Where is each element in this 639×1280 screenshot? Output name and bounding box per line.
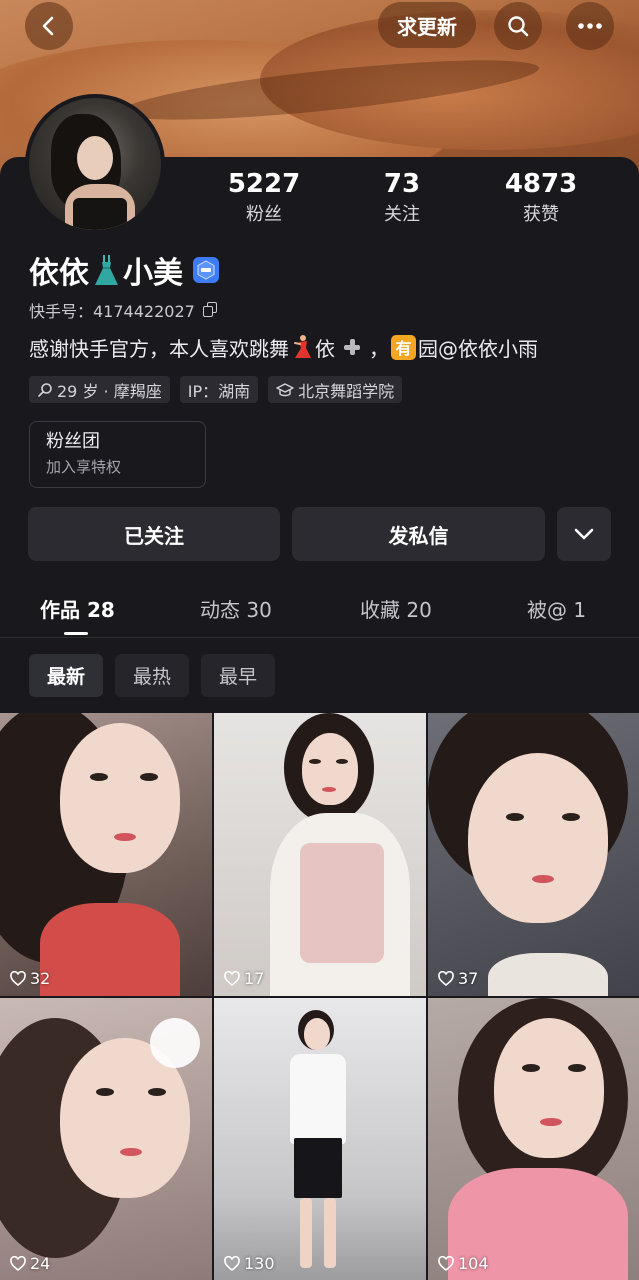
stat-label: 关注 (384, 204, 420, 225)
heart-icon (224, 971, 240, 986)
sort-hottest[interactable]: 最热 (115, 654, 190, 697)
search-button[interactable] (494, 2, 542, 50)
video-likes: 17 (224, 969, 264, 988)
bio-mention[interactable]: 园@依依小雨 (418, 333, 538, 362)
stat-label: 获赞 (523, 204, 559, 225)
kuaishou-id-text: 快手号：4174422027 (29, 302, 195, 321)
copy-icon[interactable] (202, 302, 219, 318)
video-thumbnail[interactable]: 104 (428, 998, 639, 1280)
plus-icon (343, 338, 361, 356)
likes-count: 24 (30, 1254, 51, 1273)
heart-icon (224, 1256, 240, 1271)
bio-text: 依 (315, 336, 335, 361)
dress-icon (95, 255, 118, 285)
bio: 感谢快手官方，本人喜欢跳舞 依 ， 有 园@依依小雨 (29, 332, 538, 362)
search-icon (38, 382, 52, 397)
tag-text: IP：湖南 (187, 381, 251, 401)
tab-works[interactable]: 作品 28 (40, 594, 115, 623)
bio-text: ， (369, 336, 389, 361)
likes-count: 104 (458, 1254, 489, 1273)
heart-icon (438, 971, 454, 986)
likes-count: 37 (458, 969, 479, 988)
tag-school[interactable]: 北京舞蹈学院 (268, 376, 403, 403)
chevron-down-icon (574, 528, 594, 540)
tab-count: 28 (86, 598, 115, 622)
back-button[interactable] (25, 2, 73, 50)
tag-ip: IP：湖南 (179, 376, 259, 403)
content-tabs: 作品 28 动态 30 收藏 20 被@ 1 (0, 588, 639, 638)
message-button[interactable]: 发私信 (292, 507, 545, 561)
fans-group-title: 粉丝团 (46, 431, 100, 452)
heart-icon (438, 1256, 454, 1271)
video-likes: 37 (438, 969, 478, 988)
heart-icon (10, 1256, 26, 1271)
more-button[interactable] (566, 2, 614, 50)
tab-label: 被@ (527, 598, 567, 622)
fans-group-subtitle: 加入享特权 (46, 458, 122, 476)
video-thumbnail[interactable]: 24 (0, 998, 212, 1280)
profile-tags: 29 岁 · 摩羯座 IP：湖南 北京舞蹈学院 (29, 376, 403, 403)
likes-count: 32 (30, 969, 51, 988)
bio-text: 感谢快手官方，本人喜欢跳舞 (29, 336, 289, 361)
heart-icon (10, 971, 26, 986)
tag-text: 北京舞蹈学院 (298, 381, 395, 401)
likes-count: 17 (244, 969, 265, 988)
kuaishou-id: 快手号：4174422027 (29, 299, 219, 321)
chevron-left-icon (42, 16, 54, 36)
fans-group-card[interactable]: 粉丝团 加入享特权 (29, 421, 206, 488)
tab-mentions[interactable]: 被@ 1 (527, 594, 586, 623)
avatar[interactable] (25, 94, 165, 234)
dancer-icon (294, 335, 311, 358)
video-likes: 130 (224, 1254, 275, 1273)
tab-count: 1 (573, 598, 587, 622)
tag-badge: 有 (391, 334, 416, 360)
video-thumbnail[interactable]: 17 (214, 713, 426, 996)
stat-value: 5227 (227, 169, 301, 199)
likes-count: 130 (244, 1254, 275, 1273)
expand-button[interactable] (557, 507, 611, 561)
sort-newest[interactable]: 最新 (29, 654, 104, 697)
video-likes: 32 (10, 969, 50, 988)
stat-likes[interactable]: 4873 获赞 (481, 168, 601, 228)
tab-label: 作品 (40, 598, 80, 622)
sort-options: 最新 最热 最早 (29, 654, 276, 697)
stat-value: 4873 (504, 169, 578, 199)
stat-following[interactable]: 73 关注 (342, 168, 462, 228)
tag-age: 29 岁 · 摩羯座 (29, 376, 170, 403)
profile-name: 依依 小美 (29, 248, 219, 292)
video-likes: 24 (10, 1254, 50, 1273)
name-text: 依依 (29, 256, 89, 291)
tab-moments[interactable]: 动态 30 (200, 594, 272, 623)
request-update-button[interactable]: 求更新 (378, 2, 476, 48)
tab-count: 20 (406, 598, 432, 622)
more-dots-icon (578, 23, 602, 29)
tab-count: 30 (246, 598, 272, 622)
video-thumbnail[interactable]: 37 (428, 713, 639, 996)
stat-value: 73 (383, 169, 421, 199)
video-likes: 104 (438, 1254, 489, 1273)
tab-label: 动态 (200, 598, 240, 622)
sort-oldest[interactable]: 最早 (201, 654, 276, 697)
search-icon (508, 16, 529, 37)
stat-followers[interactable]: 5227 粉丝 (204, 168, 324, 228)
tag-text: 29 岁 · 摩羯座 (57, 381, 162, 401)
verified-badge-icon[interactable] (193, 257, 219, 283)
video-thumbnail[interactable]: 130 (214, 998, 426, 1280)
name-text: 小美 (123, 256, 183, 291)
tab-label: 收藏 (360, 598, 400, 622)
tab-underline (64, 632, 88, 635)
followed-button[interactable]: 已关注 (28, 507, 280, 561)
graduation-cap-icon (276, 382, 294, 396)
tab-favorites[interactable]: 收藏 20 (360, 594, 432, 623)
video-grid: 32 17 37 24 130 104 (0, 713, 639, 1280)
stat-label: 粉丝 (246, 204, 282, 225)
video-thumbnail[interactable]: 32 (0, 713, 212, 996)
